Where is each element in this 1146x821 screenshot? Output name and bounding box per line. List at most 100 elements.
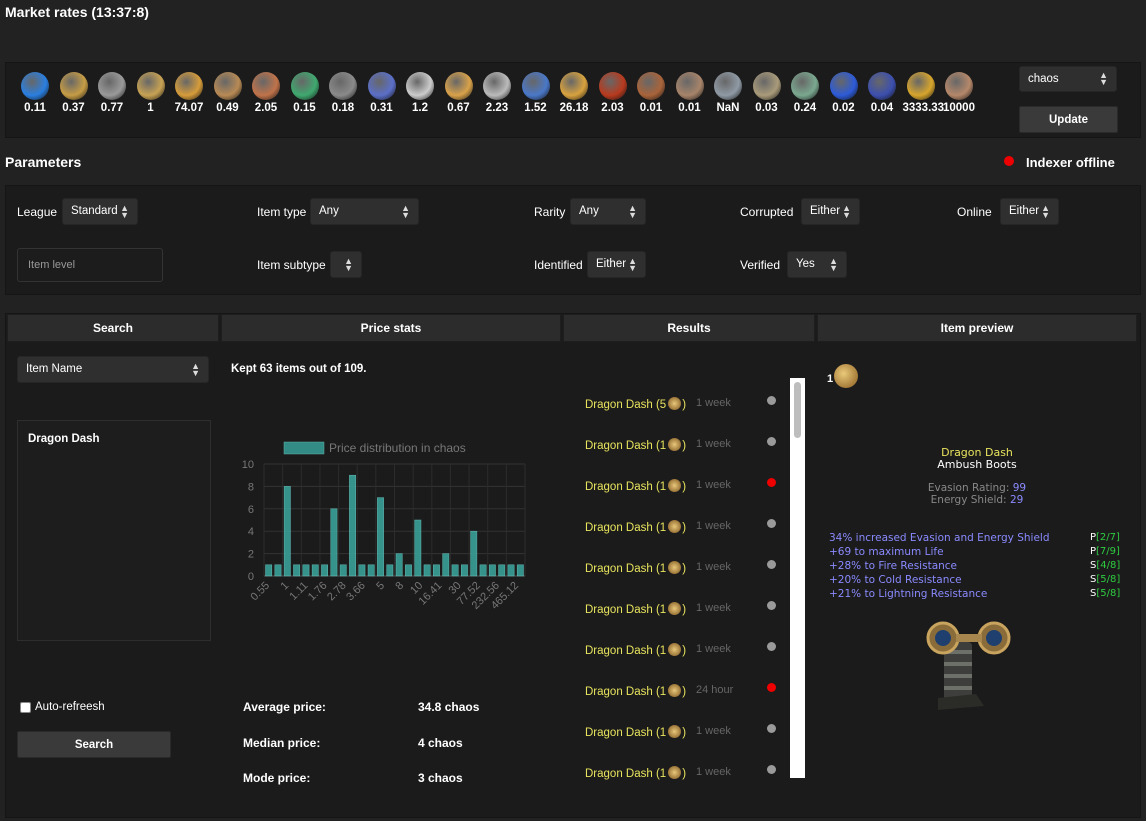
league-select[interactable]: Standard ▲ ▼ <box>62 198 138 225</box>
result-name[interactable]: Dragon Dash (1 <box>585 481 666 493</box>
search-query-box[interactable]: Dragon Dash <box>17 420 211 641</box>
corrupted-select[interactable]: Either ▲ ▼ <box>801 198 860 225</box>
tab-item-preview[interactable]: Item preview <box>817 314 1137 342</box>
tab-results[interactable]: Results <box>563 314 815 342</box>
result-name[interactable]: Dragon Dash (1 <box>585 563 666 575</box>
rate-item: 0.04 <box>864 72 900 114</box>
chart-bar <box>423 564 431 577</box>
results-scrollbar[interactable] <box>790 378 805 778</box>
status-dot <box>767 437 776 446</box>
result-time: 24 hour <box>696 684 734 696</box>
identified-select[interactable]: Either ▲ ▼ <box>587 251 646 278</box>
auto-refresh-checkbox[interactable] <box>20 702 31 713</box>
y-tick-label: 6 <box>248 504 254 516</box>
chaos-orb-icon <box>668 602 682 615</box>
status-dot <box>767 601 776 610</box>
chaos-orb-icon <box>668 643 682 656</box>
result-time: 1 week <box>696 725 731 737</box>
y-tick-label: 2 <box>248 549 254 561</box>
result-name[interactable]: Dragon Dash (1 <box>585 768 666 780</box>
rate-item: 2.05 <box>248 72 284 114</box>
currency-select[interactable]: chaos ▲ ▼ <box>1019 66 1117 92</box>
select-arrows-icon: ▲ ▼ <box>191 360 200 378</box>
item-mod: 34% increased Evasion and Energy Shield <box>829 532 1050 544</box>
search-button[interactable]: Search <box>17 731 171 758</box>
tab-search[interactable]: Search <box>7 314 219 342</box>
wand-icon <box>668 438 682 451</box>
kept-items-text: Kept 63 items out of 109. <box>231 363 367 375</box>
chart-bar <box>349 474 356 577</box>
boots-icon <box>926 621 1011 710</box>
result-row[interactable]: Dragon Dash (1) 1 week <box>585 601 785 616</box>
result-name[interactable]: Dragon Dash (1 <box>585 604 666 616</box>
rate-item: 0.67 <box>441 72 477 114</box>
chart-bar <box>367 564 375 577</box>
chaos-orb-icon <box>668 561 682 574</box>
online-select[interactable]: Either ▲ ▼ <box>1000 198 1059 225</box>
result-row[interactable]: Dragon Dash (1) 1 week <box>585 765 785 780</box>
result-name[interactable]: Dragon Dash (1 <box>585 440 666 452</box>
rate-value: 1.2 <box>412 102 428 114</box>
result-time: 1 week <box>696 561 731 573</box>
tab-price-stats[interactable]: Price stats <box>221 314 561 342</box>
rarity-value: Any <box>579 205 599 217</box>
mod-tier: P[7/9] <box>1090 546 1120 557</box>
coin-icon <box>444 72 473 100</box>
verified-select[interactable]: Yes ▲ ▼ <box>787 251 847 278</box>
result-name[interactable]: Dragon Dash (1 <box>585 686 666 698</box>
status-dot <box>767 396 776 405</box>
average-price-value: 34.8 chaos <box>418 700 480 714</box>
chaos-orb-icon <box>668 479 682 492</box>
search-mode-select[interactable]: Item Name ▲ ▼ <box>17 356 209 383</box>
result-row[interactable]: Dragon Dash (1) 1 week <box>585 437 785 452</box>
mod-roll: [2/7] <box>1096 532 1120 543</box>
select-arrows-icon: ▲ ▼ <box>120 202 129 220</box>
verified-value: Yes <box>796 258 815 270</box>
result-time: 1 week <box>696 479 731 491</box>
result-row[interactable]: Dragon Dash (1) 1 week <box>585 478 785 493</box>
status-dot <box>767 519 776 528</box>
verified-label: Verified <box>740 258 781 272</box>
silver-orb-icon <box>483 72 511 100</box>
bone-icon <box>675 72 704 100</box>
result-row[interactable]: Dragon Dash (1) 24 hour <box>585 683 785 698</box>
item-type-select[interactable]: Any ▲ ▼ <box>310 198 419 225</box>
rate-value: 1 <box>147 102 154 114</box>
rarity-select[interactable]: Any ▲ ▼ <box>570 198 646 225</box>
rate-value: 0.24 <box>793 102 817 114</box>
mask-icon <box>175 72 203 100</box>
search-query-text: Dragon Dash <box>28 433 100 445</box>
mirror-icon <box>945 72 973 100</box>
scrollbar-thumb[interactable] <box>794 382 801 438</box>
result-name[interactable]: Dragon Dash (1 <box>585 645 666 657</box>
result-row[interactable]: Dragon Dash (5) 1 week <box>585 396 785 411</box>
update-button[interactable]: Update <box>1019 106 1118 133</box>
result-row[interactable]: Dragon Dash (1) 1 week <box>585 519 785 534</box>
result-time: 1 week <box>696 602 731 614</box>
rate-value: 0.04 <box>870 102 894 114</box>
item-subtype-select[interactable]: ▲ ▼ <box>330 251 362 278</box>
result-name[interactable]: Dragon Dash (1 <box>585 727 666 739</box>
result-row[interactable]: Dragon Dash (1) 1 week <box>585 642 785 657</box>
result-name-close: ) <box>682 522 687 534</box>
status-dot <box>767 560 776 569</box>
item-level-field[interactable]: Item level <box>17 248 163 282</box>
y-tick-label: 10 <box>242 459 254 471</box>
evasion-label: Evasion Rating: <box>927 482 1010 494</box>
result-name[interactable]: Dragon Dash (5 <box>585 399 666 411</box>
result-row[interactable]: Dragon Dash (1) 1 week <box>585 560 785 575</box>
search-mode-value: Item Name <box>26 363 83 375</box>
golden-mask-icon <box>560 72 588 100</box>
rarity-label: Rarity <box>534 205 566 219</box>
chart-bar <box>433 564 440 577</box>
select-arrows-icon: ▲ ▼ <box>1041 202 1050 220</box>
chart-bar <box>293 564 301 577</box>
rate-value: 0.01 <box>639 102 663 114</box>
result-name[interactable]: Dragon Dash (1 <box>585 522 666 534</box>
rate-item: 0.01 <box>672 72 708 114</box>
league-value: Standard <box>71 205 118 217</box>
status-dot <box>767 765 776 774</box>
result-row[interactable]: Dragon Dash (1) 1 week <box>585 724 785 739</box>
chart-bar <box>488 564 496 577</box>
dark-orb-icon <box>868 72 896 100</box>
